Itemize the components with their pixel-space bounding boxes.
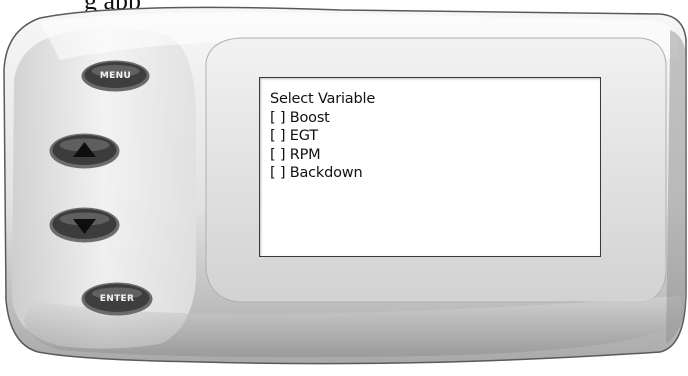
lcd-screen: Select Variable [ ] Boost [ ] EGT [ ] RP… <box>259 77 601 257</box>
menu-button-label: MENU <box>99 71 132 81</box>
arrow-up-icon <box>48 132 121 170</box>
menu-button[interactable]: MENU <box>80 59 151 93</box>
enter-button-label: ENTER <box>99 294 135 304</box>
arrow-down-icon <box>48 206 121 244</box>
device-bezel: MENU ENTER Select Variable [] Boost []… <box>0 0 688 371</box>
enter-button[interactable]: ENTER <box>80 281 154 317</box>
down-button[interactable] <box>48 206 121 244</box>
option-backdown[interactable]: [ ] Backdown <box>270 164 375 183</box>
up-button[interactable] <box>48 132 121 170</box>
variable-menu: Select Variable [ ] Boost [ ] EGT [ ] RP… <box>270 90 375 183</box>
screen-title: Select Variable <box>270 91 376 107</box>
option-boost[interactable]: [ ] Boost <box>270 109 375 128</box>
option-egt[interactable]: [ ] EGT <box>270 127 375 146</box>
option-rpm[interactable]: [ ] RPM <box>270 146 375 165</box>
